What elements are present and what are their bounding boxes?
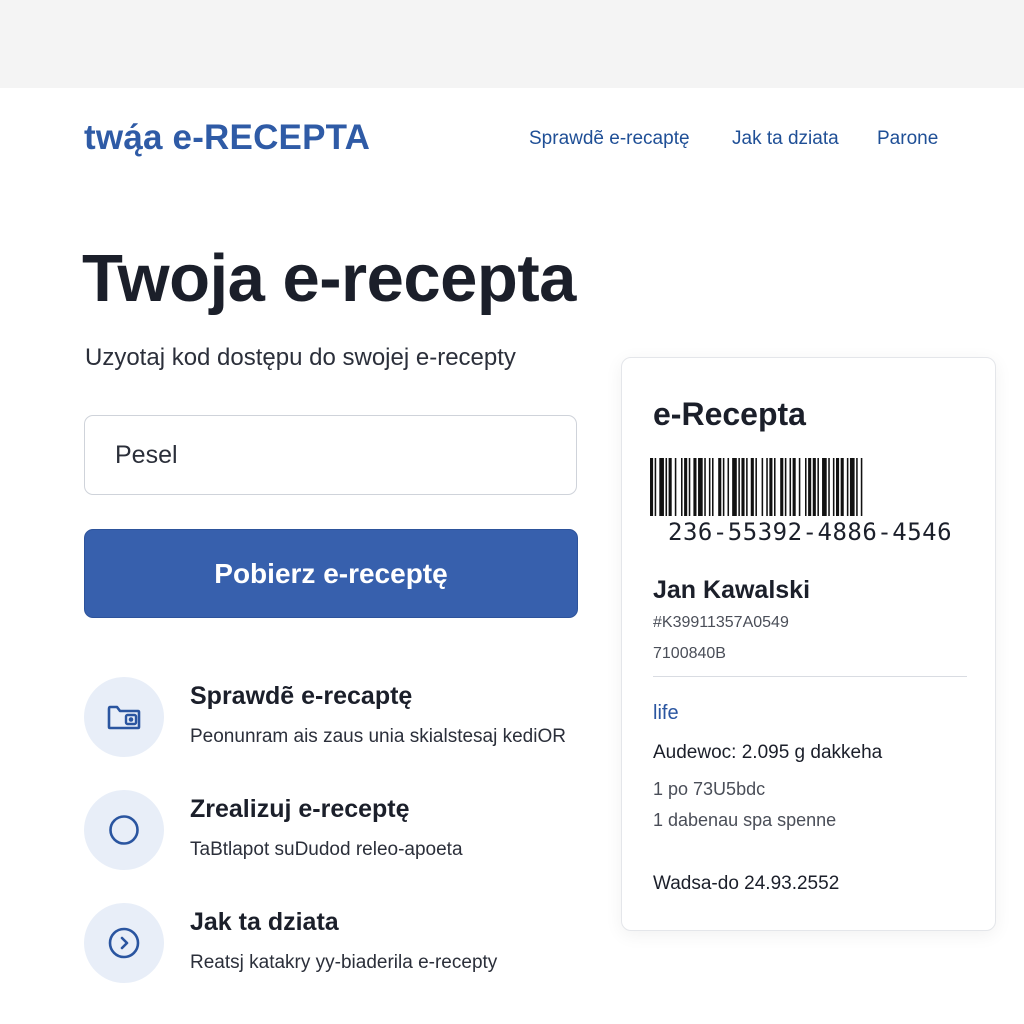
- circle-icon: [84, 790, 164, 870]
- wallet-icon: [84, 677, 164, 757]
- barcode: [650, 458, 863, 516]
- nav-link-how-it-works[interactable]: Jak ta dziata: [732, 128, 839, 150]
- drug-package: 1 dabenau spa spenne: [653, 810, 837, 830]
- feature-title: Zrealizuj e-receptę: [190, 795, 410, 823]
- patient-name: Jan Kawalski: [653, 576, 811, 604]
- nav-link-help[interactable]: Parone: [877, 128, 938, 150]
- site-logo[interactable]: twą́a e-RECEPTA: [84, 118, 370, 158]
- feature-description: Peonunram ais zaus unia skialstesaj kedi…: [190, 726, 566, 747]
- feature-title: Sprawdẽ e-recaptę: [190, 682, 413, 710]
- patient-id: #K39911357A0549: [653, 614, 789, 631]
- patient-code: 7100840B: [653, 645, 726, 662]
- drug-dosage: 1 po 73U5bdc: [653, 779, 766, 799]
- feature-item-how-it-works[interactable]: Jak ta dziata Reatsj katakry yy-biaderil…: [84, 903, 604, 983]
- barcode-number: 236-55392-4886-4546: [668, 518, 953, 546]
- feature-item-check[interactable]: Sprawdẽ e-recaptę Peonunram ais zaus uni…: [84, 677, 604, 757]
- nav-link-check-prescription[interactable]: Sprawdẽ e-recaptę: [529, 128, 690, 150]
- feature-item-realize[interactable]: Zrealizuj e-receptę TaBtlapot suDudod re…: [84, 790, 604, 870]
- prescription-card: e-Recepta 236-55392-4886-4546 Jan Kawals…: [621, 357, 996, 931]
- download-prescription-button[interactable]: Pobierz e-receptę: [84, 529, 578, 618]
- browser-top-strip: [0, 0, 1024, 88]
- section-label: life: [653, 702, 679, 724]
- page-subtitle: Uzyotaj kod dostępu do swojej e-recepty: [85, 344, 516, 371]
- feature-description: TaBtlapot suDudod releo-apoeta: [190, 839, 463, 860]
- arrow-circle-icon: [84, 903, 164, 983]
- feature-description: Reatsj katakry yy-biaderila e-recepty: [190, 952, 498, 973]
- pesel-input[interactable]: [84, 415, 577, 495]
- feature-title: Jak ta dziata: [190, 908, 339, 936]
- page-title: Twoja e-recepta: [82, 241, 576, 316]
- valid-until: Wadsa-do 24.93.2552: [653, 873, 840, 894]
- drug-name: Audewoc: 2.095 g dakkeha: [653, 742, 883, 763]
- card-divider: [653, 676, 967, 677]
- site-header: twą́a e-RECEPTA Sprawdẽ e-recaptę Jak ta…: [0, 88, 1024, 188]
- card-title: e-Recepta: [653, 396, 806, 432]
